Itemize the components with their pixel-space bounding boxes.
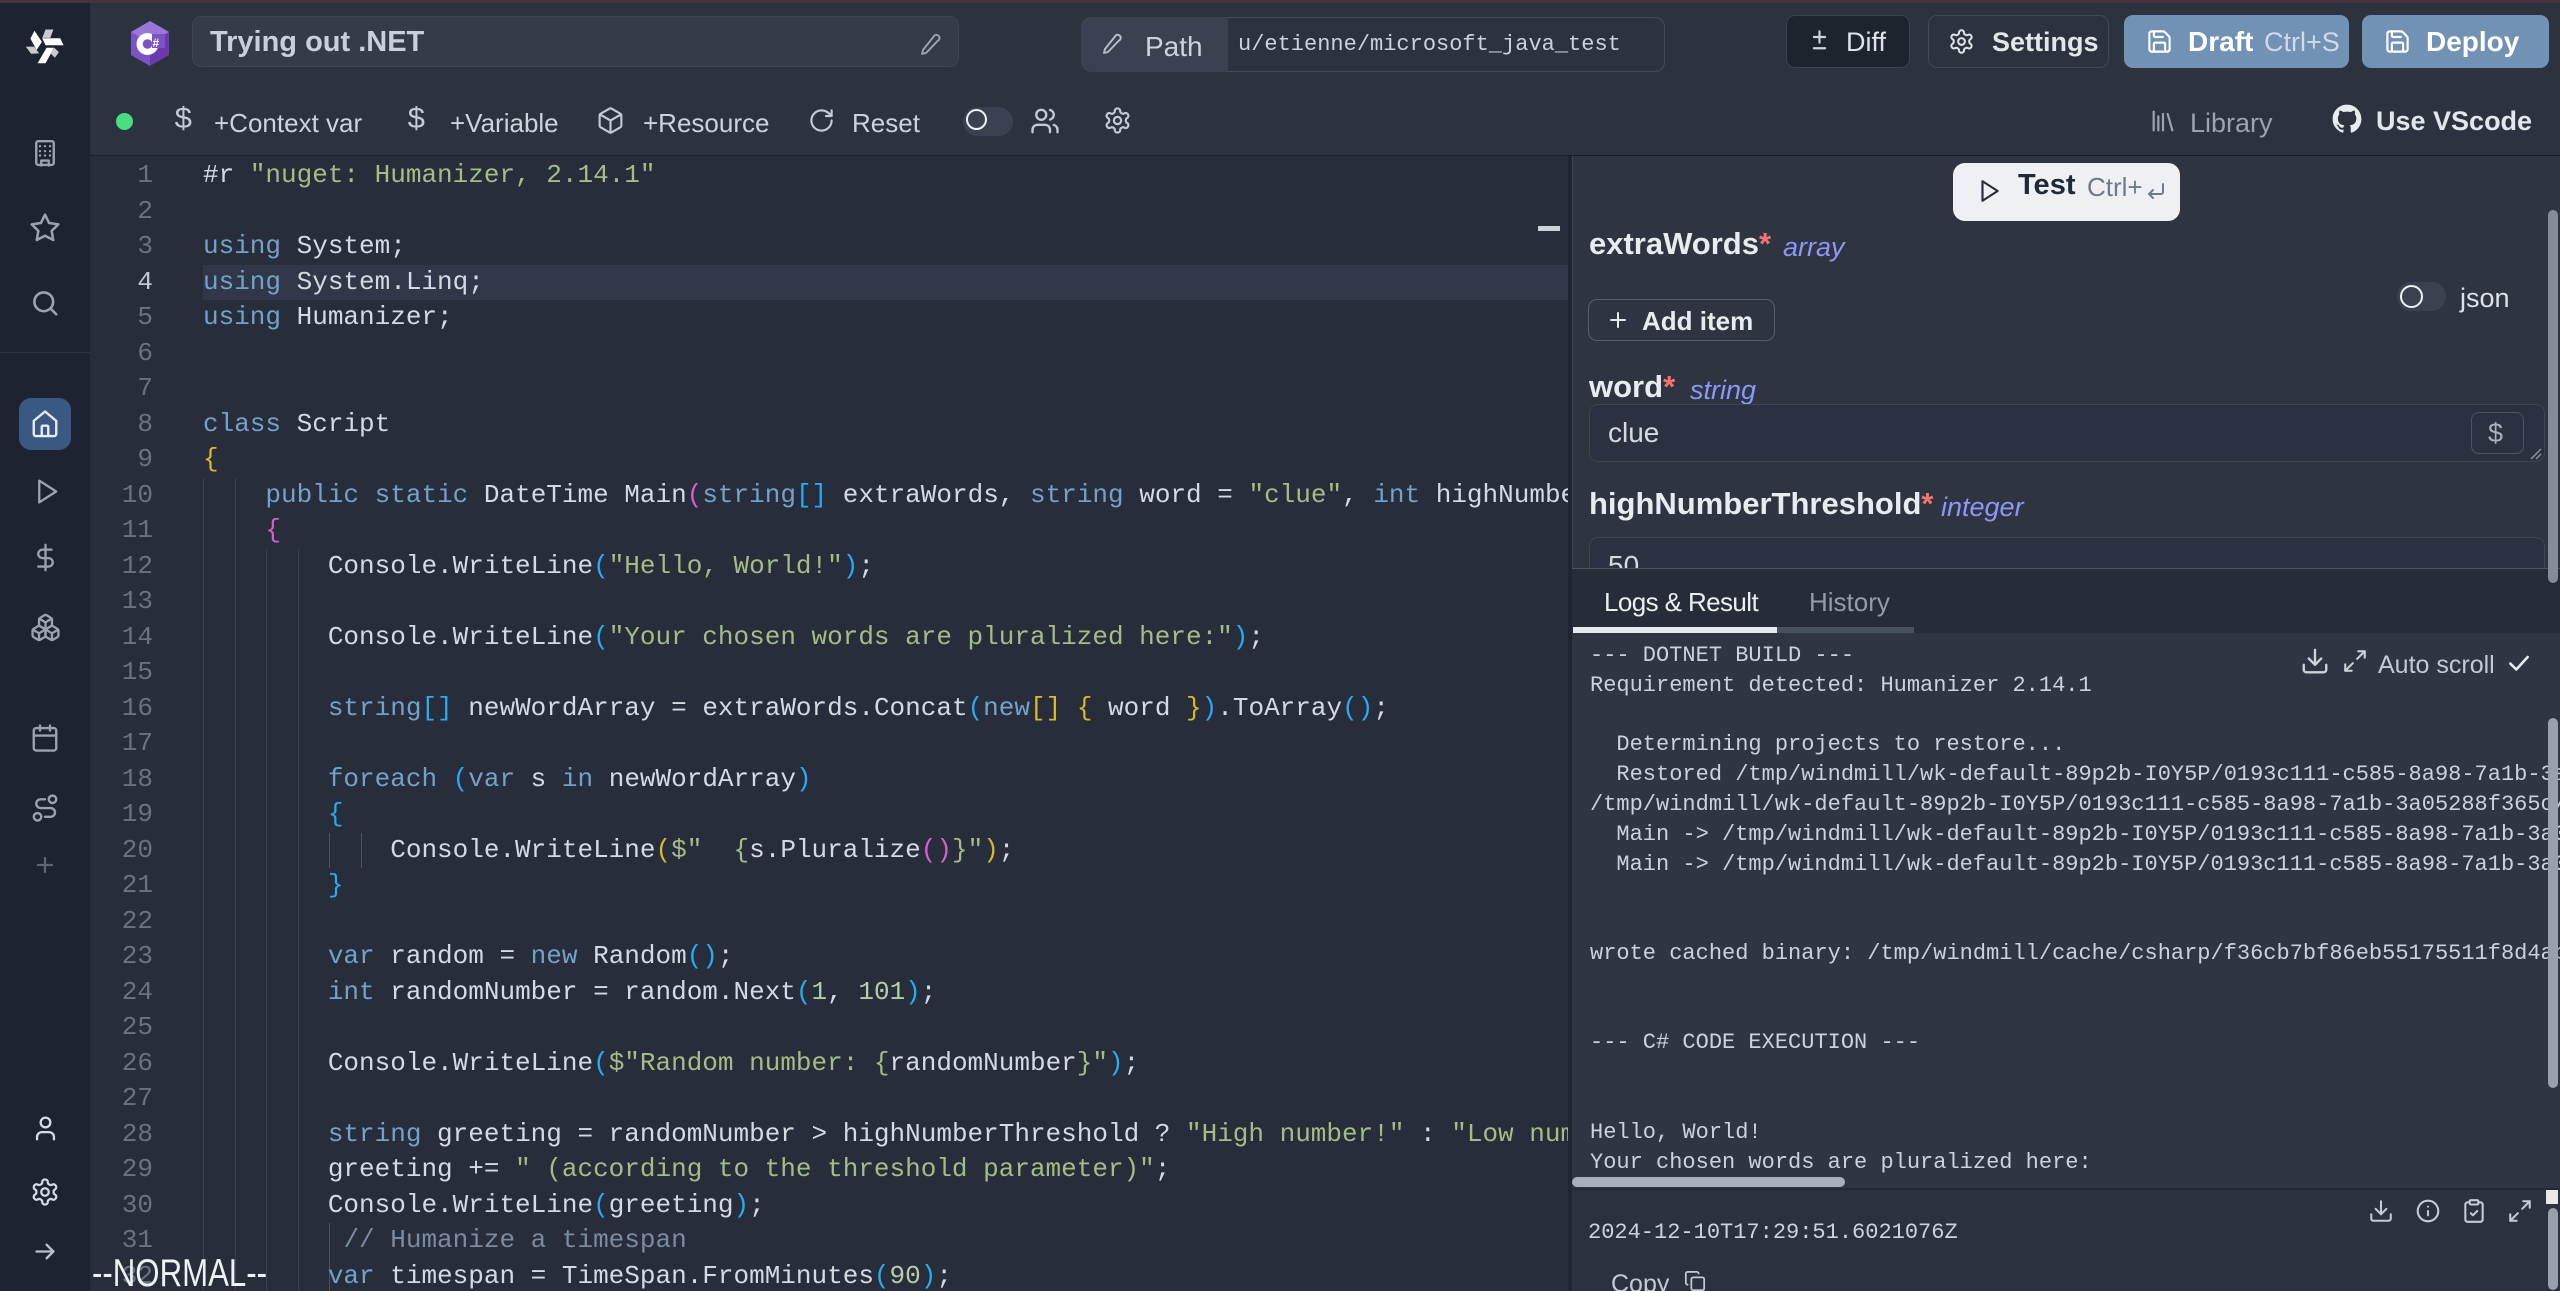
svg-text:#: # — [153, 36, 160, 50]
